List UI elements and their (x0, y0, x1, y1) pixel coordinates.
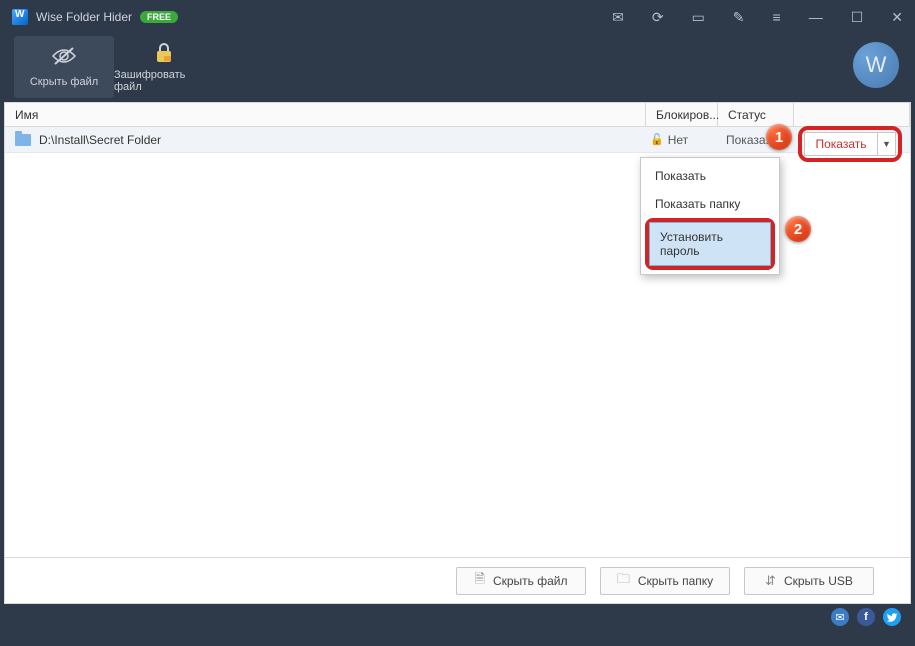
minimize-button[interactable]: — (809, 9, 823, 26)
menu-set-password-wrap: Установить пароль 2 (645, 218, 775, 270)
close-button[interactable]: ✕ (891, 9, 903, 26)
app-window: Wise Folder Hider FREE ✉ ⟳ ▭ ✎ ≡ — ☐ ✕ С… (2, 2, 913, 642)
feedback-icon[interactable]: ▭ (692, 9, 705, 26)
hide-file-tab[interactable]: Скрыть файл (14, 36, 114, 98)
settings-icon[interactable]: ✎ (733, 9, 745, 26)
hide-usb-button[interactable]: ⇵ Скрыть USB (744, 567, 874, 595)
lock-small-icon: 🔓 (650, 133, 664, 146)
footer-facebook-icon[interactable]: f (857, 608, 875, 626)
menu-show-folder[interactable]: Показать папку (645, 190, 775, 218)
mail-icon[interactable]: ✉ (612, 9, 624, 26)
window-controls: — ☐ ✕ (809, 9, 903, 26)
refresh-icon[interactable]: ⟳ (652, 9, 664, 26)
row-path: D:\Install\Secret Folder (39, 133, 646, 147)
title-bar: Wise Folder Hider FREE ✉ ⟳ ▭ ✎ ≡ — ☐ ✕ (2, 2, 913, 32)
callout-ring-2: Установить пароль (645, 218, 775, 270)
show-button-callout: 1 Показать ▼ (798, 126, 902, 162)
encrypt-file-tab[interactable]: Зашифровать файл (114, 36, 214, 98)
folder-button-icon: 🗀 (617, 570, 630, 592)
footer-mail-icon[interactable]: ✉ (831, 608, 849, 626)
hide-folder-button[interactable]: 🗀 Скрыть папку (600, 567, 730, 595)
maximize-button[interactable]: ☐ (851, 9, 864, 26)
show-button[interactable]: Показать ▼ (804, 132, 896, 156)
column-operations[interactable] (794, 103, 910, 126)
hide-file-button[interactable]: 🗎 Скрыть файл (456, 567, 586, 595)
context-menu: Показать Показать папку Установить парол… (640, 157, 780, 275)
eye-slash-icon (51, 46, 77, 72)
callout-badge-1: 1 (766, 124, 792, 150)
hide-file-label: Скрыть файл (30, 76, 98, 88)
app-icon (12, 9, 28, 25)
toolbar: Скрыть файл Зашифровать файл W (2, 32, 913, 102)
show-button-label: Показать (805, 137, 877, 151)
menu-show[interactable]: Показать (645, 162, 775, 190)
menu-icon[interactable]: ≡ (773, 9, 781, 25)
lock-icon (152, 41, 176, 65)
footer-twitter-icon[interactable] (883, 608, 901, 626)
menu-set-password[interactable]: Установить пароль (649, 222, 771, 266)
list-body: D:\Install\Secret Folder 🔓Нет Показа... … (5, 127, 910, 557)
list-header: Имя Блокиров... Статус (5, 103, 910, 127)
encrypt-file-label: Зашифровать файл (114, 69, 214, 93)
dropdown-arrow-icon[interactable]: ▼ (877, 133, 895, 155)
folder-icon (15, 134, 31, 146)
row-lock: 🔓Нет (646, 133, 718, 147)
file-icon: 🗎 (474, 570, 484, 592)
content-area: Имя Блокиров... Статус D:\Install\Secret… (4, 102, 911, 558)
usb-icon: ⇵ (765, 573, 776, 589)
app-title: Wise Folder Hider (36, 10, 132, 24)
footer: ✉ f (2, 604, 913, 630)
bottom-bar: 🗎 Скрыть файл 🗀 Скрыть папку ⇵ Скрыть US… (4, 558, 911, 604)
column-status[interactable]: Статус (718, 103, 794, 126)
column-name[interactable]: Имя (5, 103, 646, 126)
free-badge: FREE (140, 11, 178, 23)
callout-badge-2: 2 (785, 216, 811, 242)
header-icons: ✉ ⟳ ▭ ✎ ≡ (612, 9, 781, 26)
brand-logo: W (853, 42, 899, 88)
callout-ring-1: Показать ▼ (798, 126, 902, 162)
column-lock[interactable]: Блокиров... (646, 103, 718, 126)
